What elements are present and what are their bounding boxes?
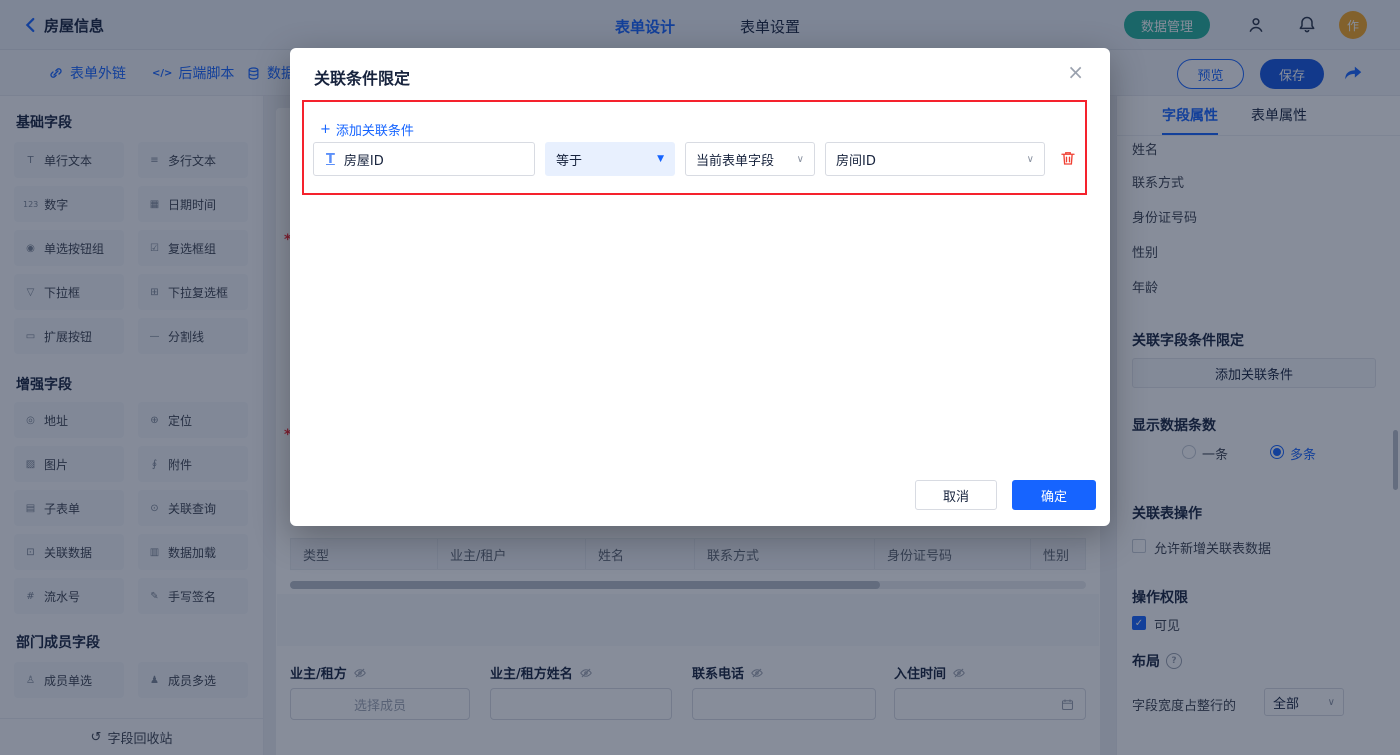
condition-field-input[interactable]: T 房屋ID bbox=[313, 142, 535, 176]
add-condition-link-label: 添加关联条件 bbox=[336, 120, 414, 139]
chevron-down-icon: ∨ bbox=[1027, 154, 1034, 165]
condition-source-value: 当前表单字段 bbox=[696, 150, 774, 169]
chevron-down-icon: ∨ bbox=[797, 154, 804, 165]
caret-down-icon: ▼ bbox=[657, 154, 664, 164]
confirm-label: 确定 bbox=[1041, 486, 1067, 505]
condition-source-select[interactable]: 当前表单字段 ∨ bbox=[685, 142, 815, 176]
condition-field-value: 房屋ID bbox=[344, 150, 384, 169]
plus-icon: + bbox=[320, 122, 331, 137]
trash-icon[interactable] bbox=[1059, 149, 1077, 167]
add-condition-link[interactable]: + 添加关联条件 bbox=[320, 120, 414, 139]
condition-target-value: 房间ID bbox=[836, 150, 876, 169]
condition-operator-value: 等于 bbox=[556, 150, 582, 169]
text-field-icon: T bbox=[326, 152, 335, 167]
condition-modal: 关联条件限定 × + 添加关联条件 T 房屋ID 等于 ▼ 当前表单字段 ∨ 房… bbox=[290, 48, 1110, 526]
close-icon[interactable]: × bbox=[1067, 62, 1084, 82]
app-root: 房屋信息 表单设计 表单设置 数据管理 作 表单外链 </> 后端脚本 数据 bbox=[0, 0, 1400, 755]
confirm-button[interactable]: 确定 bbox=[1012, 480, 1096, 510]
cancel-button[interactable]: 取消 bbox=[915, 480, 997, 510]
condition-operator-select[interactable]: 等于 ▼ bbox=[545, 142, 675, 176]
modal-title: 关联条件限定 bbox=[314, 65, 410, 89]
cancel-label: 取消 bbox=[943, 486, 969, 505]
condition-target-select[interactable]: 房间ID ∨ bbox=[825, 142, 1045, 176]
